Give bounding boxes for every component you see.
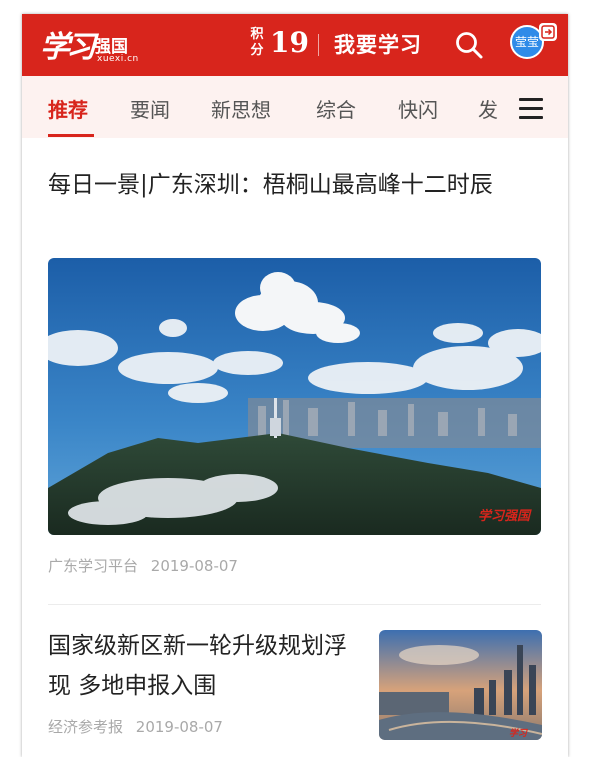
menu-icon[interactable] (519, 98, 543, 120)
image-watermark: 学习 (509, 728, 528, 739)
article-title[interactable]: 国家级新区新一轮升级规划浮现 多地申报入围 (48, 626, 358, 706)
active-tab-indicator (48, 134, 94, 137)
image-watermark: 学习强国 (478, 508, 532, 524)
study-button[interactable]: 我要学习 (334, 29, 422, 59)
article-meta: 广东学习平台 2019-08-07 (48, 555, 246, 576)
article-meta: 经济参考报 2019-08-07 (48, 716, 231, 737)
exit-icon[interactable] (539, 23, 557, 41)
article-image[interactable]: 学习强国 (48, 258, 541, 535)
tab-flash[interactable]: 快闪 (398, 94, 438, 123)
tab-new-thought[interactable]: 新思想 (211, 94, 271, 123)
tab-more-partial[interactable]: 发 (478, 94, 498, 123)
points-label: 积分 (250, 27, 264, 58)
xuexi-logo[interactable]: 学习 强国 xuexi.cn (40, 20, 140, 70)
header-divider (318, 34, 319, 56)
article-date: 2019-08-07 (150, 557, 238, 575)
tab-recommend[interactable]: 推荐 (48, 94, 88, 123)
app-screen: 学习 强国 xuexi.cn 积分 19 我要学习 莹莹 推荐 要闻 新思想 综… (22, 14, 568, 757)
article-date: 2019-08-07 (135, 718, 223, 736)
channel-tabs: 推荐 要闻 新思想 综合 快闪 发 (22, 76, 568, 138)
app-header: 学习 强国 xuexi.cn 积分 19 我要学习 莹莹 (22, 14, 568, 76)
article-separator (48, 604, 541, 605)
tab-news[interactable]: 要闻 (130, 94, 170, 123)
points-value: 19 (270, 26, 309, 59)
logo-script: 学习 (40, 30, 96, 65)
article-source: 经济参考报 (48, 718, 124, 736)
search-icon[interactable] (454, 30, 484, 60)
article-title[interactable]: 每日一景|广东深圳：梧桐山最高峰十二时辰 (48, 166, 548, 204)
article-source: 广东学习平台 (48, 557, 139, 575)
tab-general[interactable]: 综合 (316, 94, 356, 123)
article-thumbnail[interactable]: 学习 (379, 630, 542, 740)
logo-domain: xuexi.cn (97, 54, 139, 64)
